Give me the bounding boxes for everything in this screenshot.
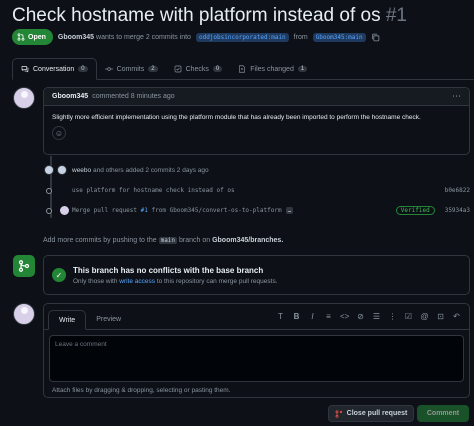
pr-tabs: Conversation 0 Commits 2 Checks 0 Files …	[12, 58, 474, 80]
merge-status-box: ✓ This branch has no conflicts with the …	[43, 255, 470, 295]
close-pr-button[interactable]: Close pull request	[328, 405, 414, 422]
merge-status-title: This branch has no conflicts with the ba…	[73, 265, 264, 275]
comment-editor: Write Preview T B I ≡ <> ⊘ ☰ ⋮ ☑ @ ⊡ ↶ L…	[43, 303, 470, 398]
pr-subheader: Open Gboom345 wants to merge 2 commits i…	[12, 29, 380, 45]
timeline-summary-text: and others added 2 commits 2 days ago	[92, 166, 209, 174]
avatar[interactable]	[60, 206, 69, 215]
mention-icon[interactable]: @	[420, 312, 429, 321]
comment-discussion-icon	[21, 66, 29, 73]
bold-icon[interactable]: B	[292, 312, 301, 321]
comment-button[interactable]: Comment	[417, 405, 469, 422]
pr-number: #1	[385, 5, 407, 26]
pr-title: Check hostname with platform instead of …	[12, 5, 407, 27]
comment-body: Slightly more efficient implementation u…	[44, 106, 469, 148]
tab-checks[interactable]: Checks 0	[166, 58, 231, 80]
pr-title-text: Check hostname with platform instead of …	[12, 5, 381, 26]
avatar[interactable]	[44, 165, 54, 175]
copy-icon[interactable]	[371, 33, 380, 42]
commit-message-prefix: Merge pull request	[72, 207, 138, 214]
merge-status-desc: Only those with write access to this rep…	[73, 278, 278, 285]
tab-label: Commits	[116, 65, 145, 73]
timeline-actor[interactable]: weebo	[72, 167, 91, 174]
pr-link[interactable]: #1	[141, 207, 148, 214]
pr-action-text: wants to merge 2 commits into	[96, 33, 191, 41]
checklist-icon	[174, 65, 181, 73]
comment-header: Gboom345 commented 8 minutes ago ⋯	[44, 88, 469, 106]
pr-summary: Gboom345 wants to merge 2 commits into	[58, 34, 191, 41]
timeline-summary: weebo and others added 2 commits 2 days …	[72, 167, 209, 174]
comment-author[interactable]: Gboom345	[52, 93, 88, 100]
link-icon[interactable]: ⊘	[356, 312, 365, 321]
markdown-toolbar: T B I ≡ <> ⊘ ☰ ⋮ ☑ @ ⊡ ↶	[276, 312, 461, 321]
commit-icon	[46, 187, 52, 194]
pr-closed-icon	[335, 409, 342, 418]
verified-badge[interactable]: Verified	[395, 206, 435, 215]
timeline-event: weebo and others added 2 commits 2 days …	[44, 165, 209, 175]
commit-message[interactable]: Merge pull request #1 from Gboom345/conv…	[72, 207, 282, 214]
heading-icon[interactable]: T	[276, 312, 285, 321]
hint-branch: main	[158, 237, 178, 244]
close-pr-label: Close pull request	[346, 410, 408, 417]
pr-author-link[interactable]: Gboom345	[58, 34, 94, 41]
tab-counter: 2	[148, 66, 158, 72]
code-icon[interactable]: <>	[340, 312, 349, 321]
attach-files-hint[interactable]: Attach files by dragging & dropping, sel…	[44, 382, 469, 399]
commit-row: Merge pull request #1 from Gboom345/conv…	[46, 206, 470, 215]
tab-label: Checks	[185, 65, 209, 73]
commit-sha[interactable]: b0e6822	[445, 187, 470, 194]
status-badge-label: Open	[28, 33, 46, 41]
tab-label: Files changed	[250, 65, 294, 73]
tab-files-changed[interactable]: Files changed 1	[230, 58, 315, 80]
check-circle-icon: ✓	[52, 268, 66, 282]
tab-counter: 0	[212, 66, 223, 72]
pr-comment: Gboom345 commented 8 minutes ago ⋯ Sligh…	[43, 87, 470, 155]
merge-desc-prefix: Only those with	[73, 277, 118, 285]
merge-desc-suffix: to this repository can merge pull reques…	[156, 277, 278, 285]
avatar[interactable]	[13, 303, 35, 325]
avatar[interactable]	[57, 165, 67, 175]
reference-icon[interactable]: ⊡	[436, 312, 445, 321]
tab-label: Conversation	[33, 65, 75, 73]
commit-message-suffix: from Gboom345/convert-os-to-platform	[151, 207, 282, 214]
tab-commits[interactable]: Commits 2	[97, 58, 166, 80]
hint-middle: branch on	[178, 237, 211, 244]
add-reaction-icon[interactable]: ☺	[52, 126, 66, 140]
tab-counter: 1	[297, 66, 308, 72]
reply-icon[interactable]: ↶	[452, 312, 461, 321]
write-access-link[interactable]: write access	[119, 278, 155, 285]
from-text: from	[293, 33, 308, 41]
unordered-list-icon[interactable]: ☰	[372, 312, 381, 321]
hint-prefix: Add more commits by pushing to the	[43, 237, 157, 244]
commit-sha[interactable]: 35934a3	[445, 207, 470, 214]
italic-icon[interactable]: I	[308, 312, 317, 321]
tab-counter: 0	[78, 66, 88, 72]
tab-preview[interactable]: Preview	[86, 309, 131, 329]
status-badge: Open	[12, 29, 53, 45]
comment-timestamp[interactable]: commented 8 minutes ago	[92, 93, 175, 100]
expand-commit-button[interactable]: …	[285, 207, 294, 214]
quote-icon[interactable]: ≡	[324, 312, 333, 321]
commit-icon	[46, 207, 52, 214]
commit-message[interactable]: use platform for hostname check instead …	[72, 187, 235, 194]
tab-write[interactable]: Write	[48, 310, 87, 330]
file-diff-icon	[239, 65, 246, 73]
task-list-icon[interactable]: ☑	[404, 312, 413, 321]
git-merge-icon	[13, 255, 35, 277]
kebab-menu-icon[interactable]: ⋯	[452, 91, 461, 102]
head-branch-label[interactable]: Gboom345:main	[312, 32, 366, 42]
ordered-list-icon[interactable]: ⋮	[388, 312, 397, 321]
hint-repo: Gboom345/branches.	[212, 237, 284, 244]
commit-icon	[104, 67, 113, 71]
avatar[interactable]	[13, 87, 35, 109]
comment-textarea[interactable]: Leave a comment	[49, 335, 464, 382]
comment-text: Slightly more efficient implementation u…	[52, 114, 421, 121]
pull-request-icon	[17, 33, 25, 41]
base-branch-label[interactable]: oddjobsincorporated:main	[195, 32, 289, 42]
push-hint: Add more commits by pushing to the main …	[43, 237, 283, 244]
tab-conversation[interactable]: Conversation 0	[12, 58, 97, 80]
editor-header: Write Preview T B I ≡ <> ⊘ ☰ ⋮ ☑ @ ⊡ ↶	[44, 304, 469, 330]
commit-row: use platform for hostname check instead …	[46, 187, 470, 194]
